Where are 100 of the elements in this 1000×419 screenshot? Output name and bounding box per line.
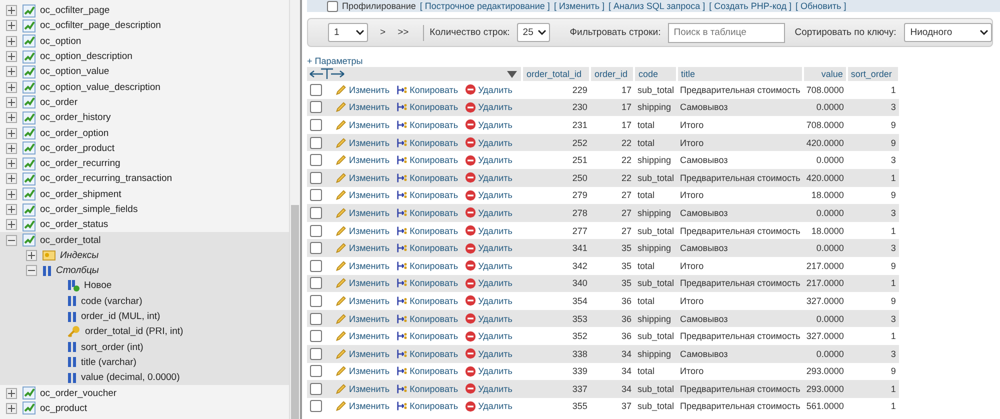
- expand-toggle-icon[interactable]: [6, 51, 17, 62]
- expand-toggle-icon[interactable]: [6, 388, 17, 399]
- tree-item[interactable]: order_id (MUL, int): [81, 311, 160, 322]
- delete-link[interactable]: Удалить: [465, 330, 512, 342]
- edit-link[interactable]: Изменить: [335, 348, 390, 360]
- delete-link[interactable]: Удалить: [465, 313, 512, 324]
- expand-toggle-icon[interactable]: [6, 36, 17, 47]
- row-checkbox[interactable]: [310, 118, 322, 131]
- edit-link[interactable]: Изменить: [335, 330, 390, 342]
- copy-link[interactable]: Копировать: [396, 84, 458, 96]
- tree-item[interactable]: oc_order_simple_fields: [40, 204, 138, 215]
- expand-toggle-icon[interactable]: [6, 128, 17, 139]
- copy-link[interactable]: Копировать: [396, 154, 458, 166]
- row-checkbox[interactable]: [310, 294, 322, 307]
- copy-link[interactable]: Копировать: [396, 189, 458, 202]
- tree-item[interactable]: oc_option_description: [40, 51, 132, 62]
- delete-link[interactable]: Удалить: [465, 348, 512, 360]
- expand-toggle-icon[interactable]: [6, 402, 17, 414]
- expand-toggle-icon[interactable]: [26, 250, 37, 261]
- expand-toggle-icon[interactable]: [6, 234, 17, 246]
- tree-item[interactable]: Столбцы: [56, 265, 99, 276]
- page-select[interactable]: 1: [328, 23, 368, 42]
- profiling-checkbox[interactable]: [327, 0, 338, 12]
- tree-item[interactable]: oc_product: [40, 402, 88, 414]
- next-page-button[interactable]: >: [380, 27, 386, 38]
- edit-link[interactable]: Изменить: [335, 260, 390, 272]
- delete-link[interactable]: Удалить: [465, 278, 512, 289]
- row-checkbox[interactable]: [310, 242, 322, 254]
- row-checkbox[interactable]: [310, 348, 322, 360]
- row-checkbox[interactable]: [310, 154, 322, 166]
- edit-link[interactable]: Изменить: [335, 400, 390, 412]
- expand-toggle-icon[interactable]: [26, 265, 37, 276]
- tree-item[interactable]: oc_order_history: [40, 112, 111, 124]
- tree-item[interactable]: code (varchar): [81, 296, 142, 307]
- row-checkbox[interactable]: [310, 189, 322, 202]
- expand-toggle-icon[interactable]: [6, 158, 17, 170]
- copy-link[interactable]: Копировать: [396, 118, 458, 131]
- copy-link[interactable]: Копировать: [396, 224, 458, 237]
- copy-link[interactable]: Копировать: [396, 172, 458, 184]
- row-checkbox[interactable]: [310, 365, 322, 378]
- tree-item[interactable]: title (varchar): [81, 356, 136, 368]
- expand-toggle-icon[interactable]: [6, 5, 17, 16]
- tree-item[interactable]: Индексы: [60, 250, 99, 261]
- delete-link[interactable]: Удалить: [465, 84, 512, 96]
- row-checkbox[interactable]: [310, 382, 322, 395]
- column-header[interactable]: value: [803, 67, 847, 81]
- tree-item[interactable]: oc_order_shipment: [40, 188, 122, 200]
- expand-toggle-icon[interactable]: [6, 204, 17, 215]
- copy-link[interactable]: Копировать: [396, 365, 458, 378]
- column-header[interactable]: order_total_id: [522, 67, 590, 81]
- edit-link[interactable]: Изменить: [335, 189, 390, 202]
- rows-count-select[interactable]: 25: [516, 23, 550, 42]
- delete-link[interactable]: Удалить: [465, 383, 512, 394]
- tree-item[interactable]: oc_order_recurring: [40, 158, 120, 170]
- copy-link[interactable]: Копировать: [396, 294, 458, 307]
- delete-link[interactable]: Удалить: [465, 154, 512, 166]
- sort-dropdown-icon[interactable]: [507, 70, 518, 78]
- edit-link[interactable]: Изменить: [335, 101, 390, 114]
- tree-item[interactable]: oc_order_recurring_transaction: [40, 173, 172, 184]
- row-checkbox[interactable]: [310, 312, 322, 325]
- row-checkbox[interactable]: [310, 206, 322, 219]
- tree-item[interactable]: oc_order_product: [40, 142, 114, 154]
- column-header[interactable]: title: [676, 67, 804, 81]
- delete-link[interactable]: Удалить: [465, 242, 512, 254]
- tree-item[interactable]: sort_order (int): [81, 342, 144, 353]
- delete-link[interactable]: Удалить: [465, 119, 512, 130]
- delete-link[interactable]: Удалить: [465, 366, 512, 377]
- expand-toggle-icon[interactable]: [6, 20, 17, 32]
- copy-link[interactable]: Копировать: [396, 101, 458, 114]
- expand-toggle-icon[interactable]: [6, 112, 17, 124]
- copy-link[interactable]: Копировать: [396, 206, 458, 219]
- row-checkbox[interactable]: [310, 84, 322, 96]
- copy-link[interactable]: Копировать: [396, 400, 458, 412]
- tree-item[interactable]: oc_order_option: [40, 128, 109, 139]
- action-link[interactable]: [ Обновить ]: [795, 0, 846, 12]
- tree-item[interactable]: oc_order_total: [40, 234, 101, 246]
- copy-link[interactable]: Копировать: [396, 260, 458, 272]
- edit-link[interactable]: Изменить: [335, 312, 390, 325]
- action-link[interactable]: [ Построчное редактирование ]: [420, 0, 550, 12]
- edit-link[interactable]: Изменить: [335, 242, 390, 254]
- copy-link[interactable]: Копировать: [396, 277, 458, 290]
- row-checkbox[interactable]: [310, 101, 322, 114]
- copy-link[interactable]: Копировать: [396, 242, 458, 254]
- copy-link[interactable]: Копировать: [396, 382, 458, 395]
- tree-item[interactable]: oc_option_value_description: [40, 82, 160, 93]
- copy-link[interactable]: Копировать: [396, 330, 458, 342]
- delete-link[interactable]: Удалить: [465, 295, 512, 306]
- delete-link[interactable]: Удалить: [465, 400, 512, 412]
- row-checkbox[interactable]: [310, 400, 322, 412]
- action-link[interactable]: [ Изменить ]: [554, 0, 605, 12]
- delete-link[interactable]: Удалить: [465, 260, 512, 272]
- edit-link[interactable]: Изменить: [335, 365, 390, 378]
- expand-toggle-icon[interactable]: [6, 173, 17, 184]
- row-checkbox[interactable]: [310, 277, 322, 290]
- edit-link[interactable]: Изменить: [335, 206, 390, 219]
- tree-item[interactable]: Новое: [84, 280, 112, 292]
- delete-link[interactable]: Удалить: [465, 190, 512, 201]
- tree-item[interactable]: oc_ocfilter_page_description: [40, 20, 161, 32]
- last-page-button[interactable]: >>: [398, 27, 409, 38]
- delete-link[interactable]: Удалить: [465, 102, 512, 113]
